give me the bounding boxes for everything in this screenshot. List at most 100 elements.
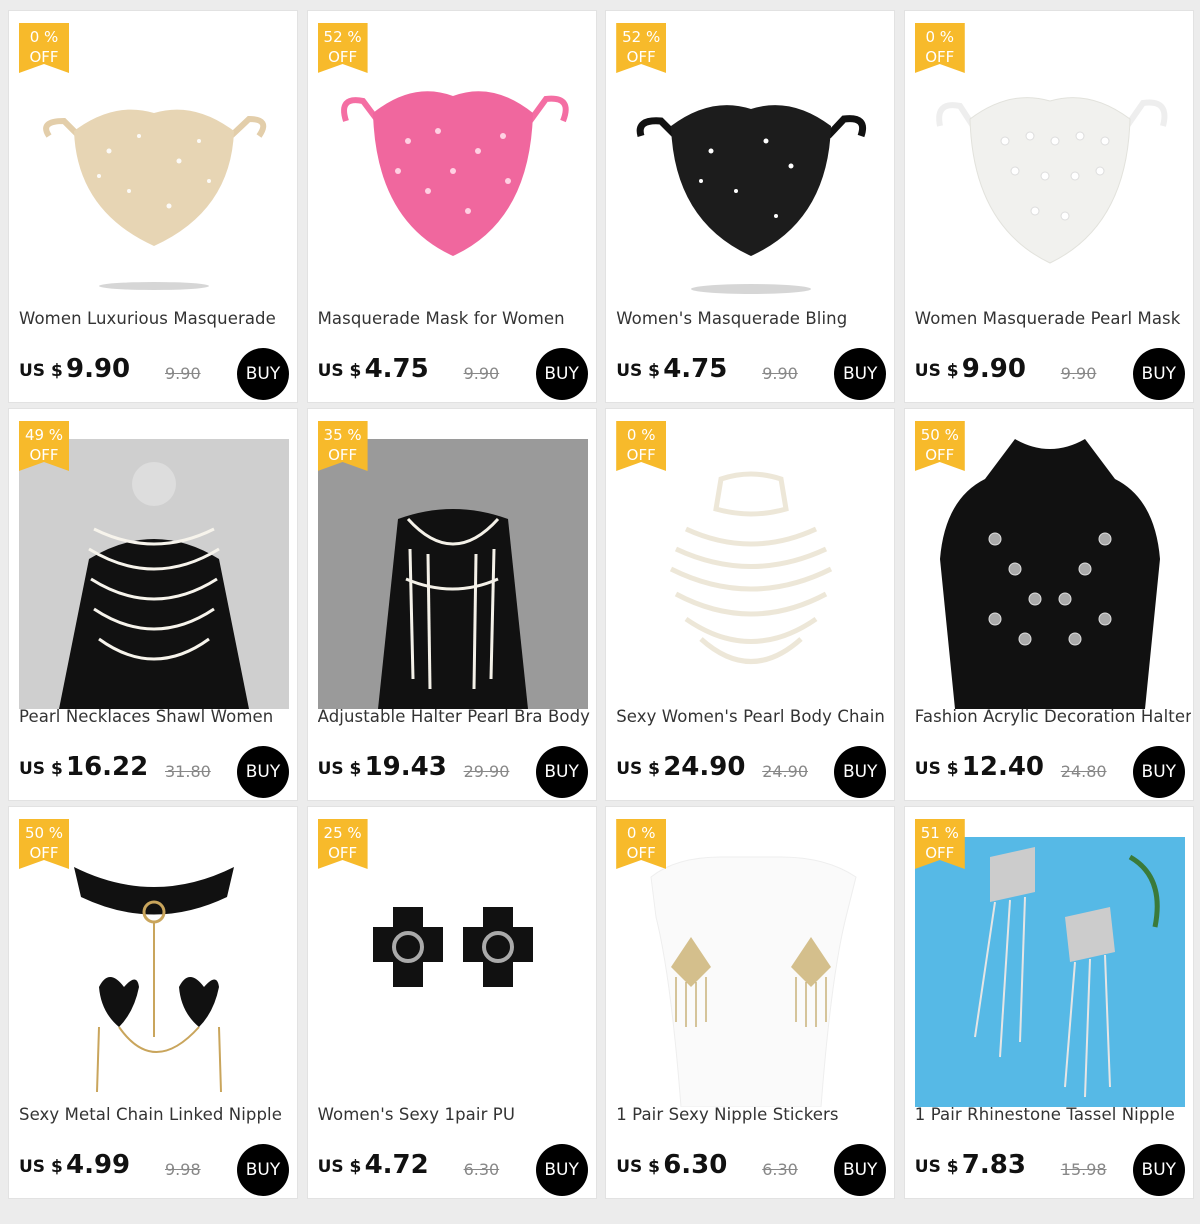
product-card[interactable]: 0 % OFF Women Luxurious Masquerade US $ … [8,10,298,403]
product-title[interactable]: Adjustable Halter Pearl Bra Body [318,707,594,726]
product-price: 24.90 [663,752,746,782]
discount-percent: 52 % [323,28,362,46]
original-price: 15.98 [1060,1160,1107,1179]
currency-label: US $ [914,759,959,779]
original-price: 9.90 [463,364,500,383]
original-price: 9.90 [165,364,201,383]
buy-button[interactable]: BUY [1132,1144,1185,1196]
buy-button[interactable]: BUY [1132,348,1185,400]
product-card[interactable]: 49 % OFF Pearl Necklaces Shawl Women US … [8,408,298,801]
currency-label: US $ [19,759,63,779]
product-price: 7.83 [961,1150,1026,1180]
off-label: OFF [925,844,955,862]
original-price: 24.80 [1060,762,1107,781]
off-label: OFF [925,48,955,66]
discount-percent: 35 % [323,426,362,444]
off-label: OFF [626,446,656,464]
product-price: 9.90 [66,354,131,384]
currency-label: US $ [616,361,660,381]
off-label: OFF [925,446,955,464]
currency-label: US $ [914,1157,959,1177]
discount-percent: 0 % [626,824,656,842]
off-label: OFF [328,48,358,66]
product-title[interactable]: 1 Pair Sexy Nipple Stickers [616,1105,892,1124]
currency-label: US $ [317,1157,362,1177]
original-price: 6.30 [463,1160,500,1179]
buy-button[interactable]: BUY [237,1144,289,1196]
buy-button[interactable]: BUY [834,746,887,798]
white-pearl-mask-image[interactable] [915,41,1185,311]
currency-label: US $ [914,361,959,381]
choker-chain-pasties-image[interactable] [19,837,289,1107]
product-price: 4.99 [66,1150,131,1180]
buy-button[interactable]: BUY [1132,746,1185,798]
product-title[interactable]: Sexy Metal Chain Linked Nipple [19,1105,295,1124]
discount-percent: 25 % [323,824,362,842]
beige-rhinestone-mask-image[interactable] [19,41,289,311]
currency-label: US $ [317,759,362,779]
product-title[interactable]: Masquerade Mask for Women [318,309,594,328]
buy-button[interactable]: BUY [535,348,588,400]
acrylic-halter-top-image[interactable] [915,439,1185,709]
buy-button[interactable]: BUY [535,746,588,798]
product-card[interactable]: 0 % OFF 1 Pair Sexy Nipple Stickers US $… [605,806,896,1199]
leather-cross-pasties-image[interactable] [318,837,588,1107]
discount-percent: 0 % [29,28,59,46]
off-label: OFF [328,446,358,464]
tassel-nipple-stickers-image[interactable] [616,837,886,1107]
off-label: OFF [626,844,656,862]
product-card[interactable]: 51 % OFF 1 Pair Rhinestone Tassel Nipple… [903,806,1194,1199]
product-title[interactable]: Women Luxurious Masquerade [19,309,295,328]
off-label: OFF [29,446,59,464]
currency-label: US $ [616,1157,660,1177]
pearl-body-chain-image[interactable] [616,439,886,709]
off-label: OFF [29,48,59,66]
product-card[interactable]: 35 % OFF Adjustable Halter Pearl Bra Bod… [306,408,597,801]
original-price: 9.90 [1060,364,1097,383]
product-price: 19.43 [364,752,447,782]
product-title[interactable]: Pearl Necklaces Shawl Women [19,707,295,726]
discount-percent: 52 % [622,28,661,46]
currency-label: US $ [616,759,660,779]
black-rhinestone-mask-image[interactable] [616,41,886,311]
product-title[interactable]: Women Masquerade Pearl Mask [915,309,1191,328]
discount-percent: 0 % [925,28,955,46]
original-price: 31.80 [165,762,211,781]
pearl-shawl-model-image[interactable] [19,439,289,709]
product-card[interactable]: 0 % OFF Sexy Women's Pearl Body Chain US… [605,408,896,801]
product-card[interactable]: 52 % OFF Masquerade Mask for Women US $ … [306,10,597,403]
product-price: 9.90 [961,354,1026,384]
buy-button[interactable]: BUY [834,1144,887,1196]
product-card[interactable]: 50 % OFF Sexy Metal Chain Linked Nipple … [8,806,298,1199]
product-card[interactable]: 50 % OFF Fashion Acrylic Decoration Halt… [903,408,1194,801]
product-price: 4.72 [364,1150,429,1180]
product-price: 16.22 [66,752,149,782]
buy-button[interactable]: BUY [237,348,289,400]
product-title[interactable]: Women's Sexy 1pair PU [318,1105,594,1124]
rhinestone-tassel-pasties-image[interactable] [914,837,1185,1107]
product-title[interactable]: Women's Masquerade Bling [616,309,892,328]
discount-percent: 0 % [626,426,656,444]
off-label: OFF [29,844,59,862]
product-card[interactable]: 25 % OFF Women's Sexy 1pair PU US $ 4.72… [306,806,597,1199]
discount-percent: 51 % [920,824,959,842]
original-price: 9.98 [165,1160,201,1179]
product-price: 12.40 [961,752,1045,782]
currency-label: US $ [19,1157,63,1177]
discount-percent: 50 % [920,426,959,444]
off-label: OFF [626,48,656,66]
product-title[interactable]: Sexy Women's Pearl Body Chain [616,707,892,726]
buy-button[interactable]: BUY [834,348,887,400]
buy-button[interactable]: BUY [237,746,289,798]
product-title[interactable]: 1 Pair Rhinestone Tassel Nipple [915,1105,1191,1124]
buy-button[interactable]: BUY [535,1144,588,1196]
original-price: 9.90 [762,364,798,383]
off-label: OFF [328,844,358,862]
discount-percent: 50 % [24,824,64,842]
pink-rhinestone-mask-image[interactable] [318,41,588,311]
product-title[interactable]: Fashion Acrylic Decoration Halter [915,707,1191,726]
pearl-bra-chain-model-image[interactable] [317,439,588,709]
product-card[interactable]: 52 % OFF Women's Masquerade Bling US $ 4… [605,10,896,403]
product-card[interactable]: 0 % OFF Women Masquerade Pearl Mask US $… [903,10,1194,403]
currency-label: US $ [19,361,63,381]
